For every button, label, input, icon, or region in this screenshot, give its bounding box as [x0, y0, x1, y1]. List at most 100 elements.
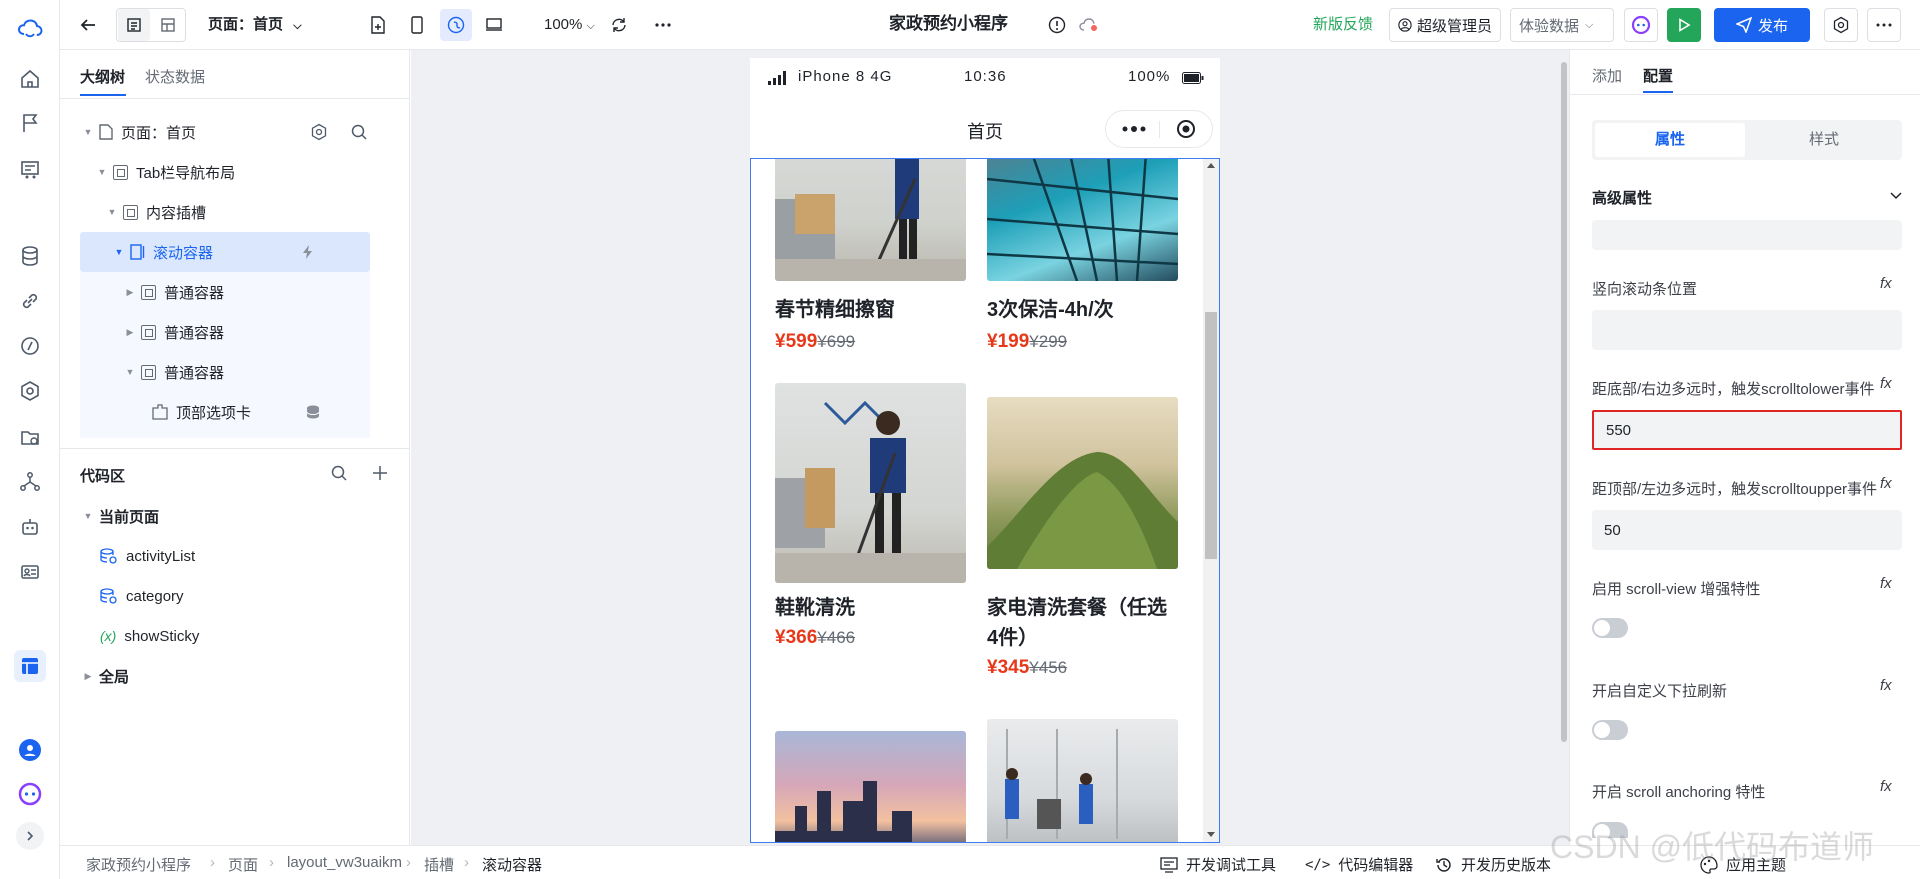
scroll-position-input[interactable] [1592, 310, 1902, 350]
desktop-icon[interactable] [478, 9, 510, 41]
refresh-icon[interactable] [603, 9, 635, 41]
tree-node-page[interactable]: ▼ 页面：首页 [80, 112, 370, 152]
history-button[interactable]: 开发历史版本 [1435, 854, 1551, 875]
upper-threshold-input[interactable]: 50 [1592, 510, 1902, 550]
product-image[interactable] [987, 719, 1178, 842]
enhanced-toggle[interactable] [1592, 618, 1628, 638]
more-icon[interactable] [647, 9, 679, 41]
more-dots-icon[interactable] [1122, 126, 1146, 132]
product-image[interactable] [775, 159, 966, 281]
code-item-showsticky[interactable]: (x) showSticky [80, 616, 199, 656]
lower-threshold-input[interactable]: 550 [1592, 410, 1902, 450]
fx-icon[interactable]: fx [1880, 475, 1892, 492]
search-icon[interactable] [350, 123, 368, 141]
feedback-link[interactable]: 新版反馈 [1313, 15, 1373, 35]
segment-styles[interactable]: 样式 [1749, 123, 1899, 157]
layout-icon[interactable] [14, 650, 46, 682]
admin-button[interactable]: 超级管理员 [1389, 8, 1501, 42]
settings-button[interactable] [1824, 8, 1858, 42]
debug-tools-button[interactable]: 开发调试工具 [1160, 854, 1276, 875]
refresher-toggle[interactable] [1592, 720, 1628, 740]
scroll-down-arrow[interactable] [1207, 832, 1215, 837]
ai-assistant-button[interactable] [1624, 8, 1658, 42]
cart-icon[interactable] [14, 154, 46, 186]
scrollbar-thumb[interactable] [1205, 312, 1217, 559]
cloud-status-icon[interactable] [1073, 9, 1105, 41]
cloud-folder-icon[interactable] [14, 421, 46, 453]
logo-icon[interactable] [14, 14, 46, 46]
info-icon[interactable] [1041, 9, 1073, 41]
workflow-icon[interactable] [14, 466, 46, 498]
miniprogram-icon[interactable] [440, 9, 472, 41]
back-arrow-icon[interactable] [72, 9, 104, 41]
chevron-down-icon[interactable] [1890, 192, 1902, 200]
code-item-category[interactable]: category [80, 576, 184, 616]
section-title[interactable]: 高级属性 [1592, 187, 1652, 208]
more-menu-button[interactable] [1867, 8, 1901, 42]
id-card-icon[interactable] [14, 556, 46, 588]
tree-node-label: 顶部选项卡 [176, 404, 252, 422]
breadcrumb-item[interactable]: 插槽 [424, 854, 454, 875]
assistant-icon[interactable] [14, 778, 46, 810]
tree-node-container[interactable]: ▼ 普通容器 [80, 352, 370, 392]
product-image[interactable] [987, 159, 1178, 281]
robot-icon[interactable] [14, 511, 46, 543]
mobile-icon[interactable] [401, 9, 433, 41]
breadcrumb-item[interactable]: 家政预约小程序 [86, 854, 191, 875]
link-icon[interactable] [14, 285, 46, 317]
fx-icon[interactable]: fx [1880, 375, 1892, 392]
home-icon[interactable] [14, 63, 46, 95]
lightning-icon[interactable] [300, 244, 316, 260]
breadcrumb-current[interactable]: 滚动容器 [482, 854, 542, 875]
product-image[interactable] [775, 731, 966, 842]
advanced-input[interactable] [1592, 220, 1902, 250]
add-page-icon[interactable] [362, 9, 394, 41]
product-image[interactable] [987, 397, 1178, 569]
compass-icon[interactable] [14, 330, 46, 362]
publish-label: 发布 [1757, 17, 1788, 35]
flag-icon[interactable] [14, 107, 46, 139]
code-editor-button[interactable]: </> 代码编辑器 [1305, 854, 1413, 875]
tree-node-top-tabs[interactable]: 顶部选项卡 [80, 392, 370, 432]
tab-outline[interactable]: 大纲树 [80, 68, 125, 88]
product-image[interactable] [775, 383, 966, 583]
tree-node-tab-layout[interactable]: ▼ Tab栏导航布局 [80, 152, 370, 192]
preview-button[interactable] [1667, 8, 1701, 42]
scrollbar-track[interactable] [1203, 159, 1219, 842]
fx-icon[interactable]: fx [1880, 275, 1892, 292]
tab-config[interactable]: 配置 [1643, 65, 1673, 86]
code-group-current-page[interactable]: ▼ 当前页面 [80, 496, 159, 536]
hexagon-icon[interactable] [14, 375, 46, 407]
close-circle-icon[interactable] [1176, 119, 1196, 139]
data-mode-select[interactable]: 体验数据 ⌵ [1510, 8, 1614, 42]
tab-state-data[interactable]: 状态数据 [145, 68, 205, 88]
search-icon[interactable] [330, 464, 348, 482]
fx-icon[interactable]: fx [1880, 677, 1892, 694]
code-item-activitylist[interactable]: activityList [80, 536, 195, 576]
tree-node-container[interactable]: ▶ 普通容器 [80, 272, 370, 312]
breadcrumb-item[interactable]: layout_vw3uaikm [287, 854, 402, 871]
segment-attributes[interactable]: 属性 [1595, 123, 1745, 157]
code-group-global[interactable]: ▶ 全局 [80, 656, 129, 696]
fx-icon[interactable]: fx [1880, 778, 1892, 795]
tree-node-content-slot[interactable]: ▼ 内容插槽 [80, 192, 370, 232]
breadcrumb-item[interactable]: 页面 [228, 854, 258, 875]
gear-icon[interactable] [310, 123, 328, 141]
tab-add[interactable]: 添加 [1592, 65, 1622, 86]
zoom-selector[interactable]: 100% ⌵ [544, 15, 595, 36]
scroll-up-arrow[interactable] [1207, 163, 1215, 168]
canvas-scrollbar[interactable] [1561, 62, 1567, 742]
scroll-container[interactable]: 春节精细擦窗 ¥599¥699 3次保洁-4h/次 ¥199¥299 鞋靴清洗 … [750, 158, 1220, 843]
fx-icon[interactable]: fx [1880, 575, 1892, 592]
user-avatar-icon[interactable] [14, 734, 46, 766]
expand-icon[interactable] [16, 822, 44, 850]
tree-node-container[interactable]: ▶ 普通容器 [80, 312, 370, 352]
database-icon[interactable] [14, 240, 46, 272]
tree-node-scroll-container[interactable]: ▼ 滚动容器 [80, 232, 370, 272]
grid-view-icon[interactable] [152, 9, 184, 41]
outline-view-icon[interactable] [118, 9, 150, 41]
data-source-icon[interactable] [305, 404, 321, 420]
publish-button[interactable]: 发布 [1714, 8, 1810, 42]
plus-icon[interactable] [372, 465, 388, 481]
page-selector[interactable]: 页面：首页 ⌵ [208, 15, 302, 36]
